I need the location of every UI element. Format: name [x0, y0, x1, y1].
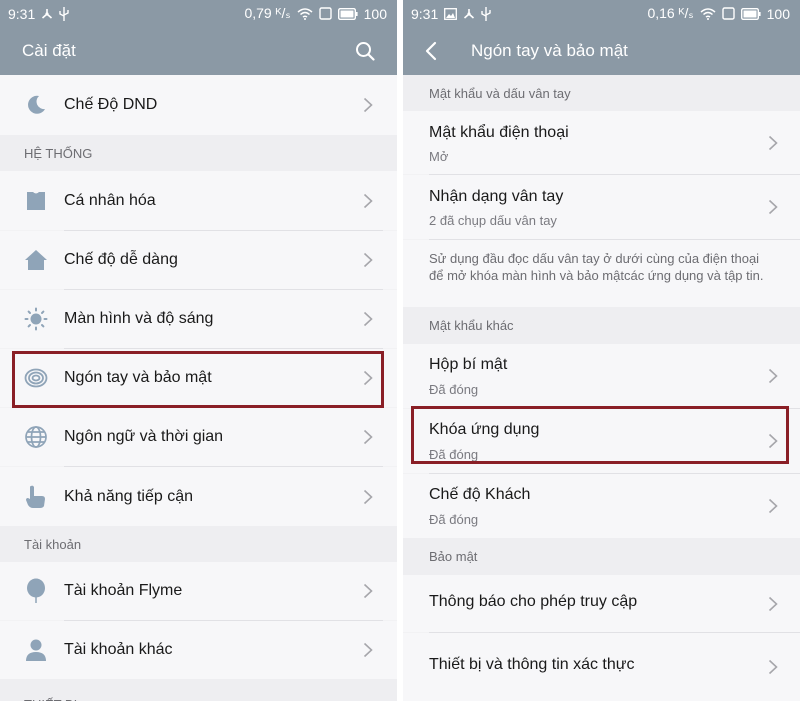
brightness-icon	[24, 307, 48, 331]
usb-icon	[481, 6, 491, 21]
image-icon	[444, 7, 458, 20]
wifi-icon	[700, 7, 716, 20]
chevron-right-icon	[363, 370, 373, 386]
chevron-right-icon	[363, 642, 373, 658]
settings-item-label: Chế Độ DND	[64, 96, 158, 113]
section-header-security: Bảo mật	[403, 538, 800, 575]
chevron-right-icon	[768, 433, 778, 449]
item-title: Mật khẩu điện thoại	[429, 124, 569, 141]
fingerprint-description: Sử dụng đầu đọc dấu vân tay ở dưới cùng …	[403, 240, 800, 307]
chevron-right-icon	[768, 659, 778, 675]
settings-item-fingerprint-security[interactable]: Ngón tay và bảo mật	[0, 349, 397, 407]
battery-icon	[337, 7, 358, 20]
item-subtitle: Mở	[429, 149, 449, 164]
shirt-icon	[24, 189, 48, 213]
item-title: Thiết bị và thông tin xác thực	[429, 656, 635, 673]
page-title: Ngón tay và bảo mật	[471, 41, 628, 60]
settings-item-label: Tài khoản Flyme	[64, 582, 183, 599]
chevron-right-icon	[363, 252, 373, 268]
settings-item-dnd[interactable]: Chế Độ DND	[0, 75, 397, 135]
item-title: Nhận dạng vân tay	[429, 188, 564, 205]
fingerprint-security-screen: 9:31 0,16 ᴷ/ₛ 100 Ngón tay và bảo mật Mậ…	[403, 0, 800, 701]
section-header-account: Tài khoản	[0, 526, 397, 562]
search-icon[interactable]	[355, 41, 375, 61]
battery-level: 100	[363, 5, 387, 22]
chevron-right-icon	[363, 429, 373, 445]
battery-icon	[740, 7, 761, 20]
chevron-right-icon	[768, 135, 778, 150]
settings-item-label: Tài khoản khác	[64, 641, 173, 658]
section-header-password-fingerprint: Mật khẩu và dấu vân tay	[403, 75, 800, 111]
network-icon	[463, 8, 475, 20]
settings-item-device-credentials[interactable]: Thiết bị và thông tin xác thực	[403, 633, 800, 701]
person-icon	[24, 638, 48, 662]
settings-item-guest-mode[interactable]: Chế độ Khách Đã đóng	[403, 474, 800, 538]
chevron-right-icon	[363, 97, 373, 113]
usb-icon	[59, 6, 69, 21]
settings-item-phone-password[interactable]: Mật khẩu điện thoại Mở	[403, 111, 800, 174]
settings-item-notification-access[interactable]: Thông báo cho phép truy cập	[403, 575, 800, 632]
settings-item-label: Chế độ dễ dàng	[64, 251, 178, 268]
item-subtitle: Đã đóng	[429, 382, 479, 397]
item-title: Khóa ứng dụng	[429, 421, 540, 438]
chevron-right-icon	[768, 596, 778, 611]
home-icon	[24, 248, 48, 272]
wifi-icon	[297, 7, 313, 20]
hand-pointer-icon	[24, 485, 48, 509]
status-bar: 9:31 0,79 ᴷ/ₛ 100	[0, 0, 397, 27]
back-arrow-icon[interactable]	[425, 41, 443, 61]
globe-icon	[24, 425, 48, 449]
settings-screen: 9:31 0,79 ᴷ/ₛ 100 Cài đặt Chế Độ DND HỆ …	[0, 0, 397, 701]
settings-item-label: Ngón tay và bảo mật	[64, 369, 212, 386]
chevron-right-icon	[768, 368, 778, 384]
chevron-right-icon	[363, 193, 373, 208]
settings-item-flyme-account[interactable]: Tài khoản Flyme	[0, 562, 397, 620]
app-bar: Cài đặt	[0, 27, 397, 75]
item-title: Chế độ Khách	[429, 486, 531, 503]
battery-level: 100	[766, 5, 790, 22]
item-subtitle: Đã đóng	[429, 447, 479, 462]
screen-icon	[318, 7, 332, 20]
section-header-system: HỆ THỐNG	[0, 135, 397, 171]
moon-icon	[24, 93, 48, 117]
page-title: Cài đặt	[22, 41, 76, 60]
status-time: 9:31	[411, 5, 439, 22]
balloon-icon	[24, 578, 48, 603]
settings-item-display-brightness[interactable]: Màn hình và độ sáng	[0, 290, 397, 348]
app-bar: Ngón tay và bảo mật	[403, 27, 800, 75]
status-time: 9:31	[8, 5, 36, 22]
item-subtitle: 2 đã chụp dấu vân tay	[429, 213, 557, 228]
settings-item-easy-mode[interactable]: Chế độ dễ dàng	[0, 231, 397, 289]
section-header-device: THIẾT BỊ	[0, 679, 397, 701]
settings-item-other-accounts[interactable]: Tài khoản khác	[0, 621, 397, 679]
status-bar: 9:31 0,16 ᴷ/ₛ 100	[403, 0, 800, 27]
item-subtitle: Đã đóng	[429, 512, 479, 527]
section-header-other-passwords: Mật khẩu khác	[403, 307, 800, 344]
settings-item-secret-box[interactable]: Hộp bí mật Đã đóng	[403, 344, 800, 408]
network-icon	[41, 8, 53, 20]
item-title: Thông báo cho phép truy cập	[429, 593, 638, 610]
data-speed: 0,16 ᴷ/ₛ	[647, 5, 694, 21]
settings-item-language-time[interactable]: Ngôn ngữ và thời gian	[0, 408, 397, 466]
settings-item-label: Màn hình và độ sáng	[64, 310, 214, 327]
item-title: Hộp bí mật	[429, 356, 508, 373]
settings-item-label: Ngôn ngữ và thời gian	[64, 428, 224, 445]
settings-item-personalization[interactable]: Cá nhân hóa	[0, 171, 397, 230]
chevron-right-icon	[768, 498, 778, 514]
chevron-right-icon	[768, 199, 778, 215]
chevron-right-icon	[363, 583, 373, 599]
settings-item-app-lock[interactable]: Khóa ứng dụng Đã đóng	[403, 409, 800, 473]
settings-item-accessibility[interactable]: Khả năng tiếp cận	[0, 467, 397, 526]
data-speed: 0,79 ᴷ/ₛ	[244, 5, 291, 21]
chevron-right-icon	[363, 311, 373, 327]
settings-item-label: Khả năng tiếp cận	[64, 487, 193, 505]
settings-item-fingerprint[interactable]: Nhận dạng vân tay 2 đã chụp dấu vân tay	[403, 175, 800, 239]
chevron-right-icon	[363, 489, 373, 504]
settings-item-label: Cá nhân hóa	[64, 191, 156, 209]
screen-icon	[721, 7, 735, 20]
fingerprint-icon	[24, 366, 48, 390]
